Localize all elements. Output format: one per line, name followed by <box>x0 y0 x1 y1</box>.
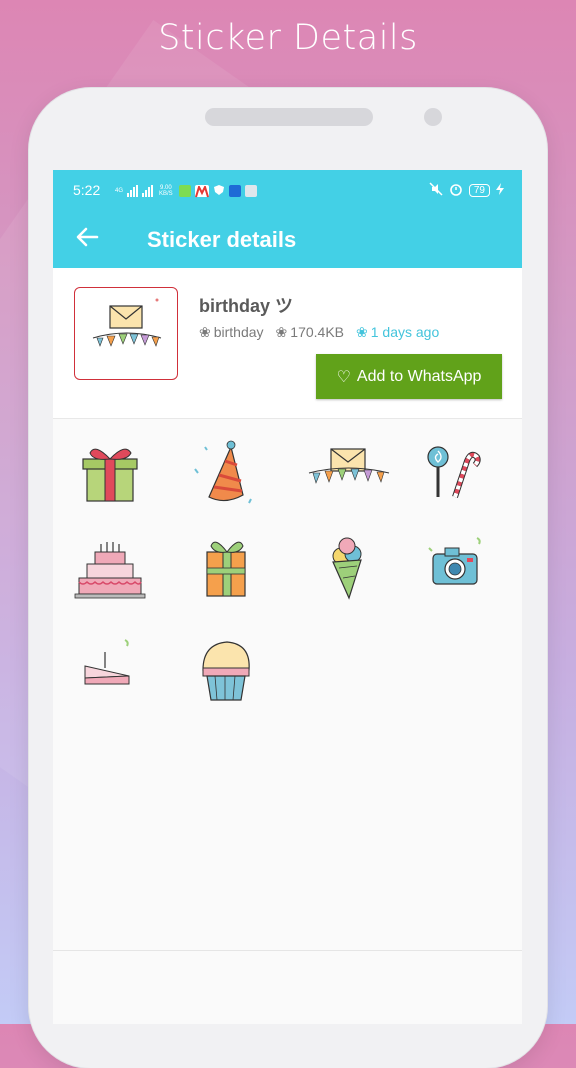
divider <box>53 950 522 951</box>
flower-icon: ❀ <box>356 324 368 340</box>
flower-icon: ❀ <box>275 324 288 340</box>
envelope-bunting-sticker-thumb <box>92 298 162 347</box>
sticker-cupcake[interactable] <box>181 624 271 714</box>
add-to-whatsapp-button[interactable]: ♡ Add to WhatsApp <box>316 354 502 399</box>
app-bar: Sticker details <box>53 210 522 268</box>
pack-meta: ❀ birthday ❀ 170.4KB ❀ 1 days ago <box>199 324 439 341</box>
mute-icon <box>429 182 443 199</box>
alarm-icon <box>449 182 463 199</box>
add-button-label: Add to WhatsApp <box>356 367 482 385</box>
pack-updated: ❀ 1 days ago <box>356 324 439 341</box>
pack-size: ❀ 170.4KB <box>276 324 344 341</box>
sticker-lollipop-candy-cane[interactable] <box>415 429 505 519</box>
heart-outline-icon: ♡ <box>336 368 351 386</box>
status-left-icons: 4G 9.00 KB/S <box>115 183 257 199</box>
signal-icon-2 <box>142 185 154 197</box>
signal-icon <box>127 185 139 197</box>
sticker-camera[interactable] <box>419 522 509 612</box>
promo-title: Sticker Details <box>158 18 418 58</box>
updated-text: 1 days ago <box>370 324 440 340</box>
pack-publisher: ❀ birthday <box>199 324 264 341</box>
pack-name: birthday ツ <box>199 296 294 316</box>
message-icon <box>178 185 191 197</box>
status-right-icons: 79 <box>429 182 504 199</box>
speed-indicator: 9.00 KB/S <box>159 185 173 197</box>
sticker-tiered-cake[interactable] <box>67 522 157 612</box>
sticker-party-hat[interactable] <box>181 429 271 519</box>
page-title: Sticker details <box>147 227 297 252</box>
charging-icon <box>496 183 504 198</box>
speed-unit: KB/S <box>159 191 173 197</box>
sticker-envelope-bunting[interactable] <box>303 429 393 519</box>
phone-camera <box>424 108 442 126</box>
m-app-icon <box>194 184 209 198</box>
app-icon-blue <box>228 185 241 197</box>
app-icon-grey <box>244 185 257 197</box>
sticker-gift-box[interactable] <box>65 429 155 519</box>
sticker-gift-stack[interactable] <box>181 522 271 612</box>
status-time: 5:22 <box>73 182 101 198</box>
flower-icon: ❀ <box>199 324 211 340</box>
pack-header: birthday ツ ❀ birthday ❀ 170.4KB ❀ 1 days ag… <box>53 268 522 419</box>
status-bar: 5:22 4G 9.00 KB/S 79 <box>53 170 522 210</box>
app-screen: 5:22 4G 9.00 KB/S 79 Sticker details bir… <box>53 170 522 1024</box>
publisher-text: birthday <box>213 324 264 340</box>
shield-icon <box>213 183 225 199</box>
sticker-grid <box>53 419 522 979</box>
arrow-left-icon[interactable] <box>75 224 101 254</box>
sticker-cake-slice[interactable] <box>67 624 157 714</box>
battery-icon: 79 <box>468 184 490 197</box>
network-label: 4G <box>115 188 124 194</box>
size-text: 170.4KB <box>290 324 344 340</box>
sticker-ice-cream-cone[interactable] <box>303 522 393 612</box>
phone-speaker <box>205 108 373 126</box>
pack-tray-icon <box>74 287 178 380</box>
